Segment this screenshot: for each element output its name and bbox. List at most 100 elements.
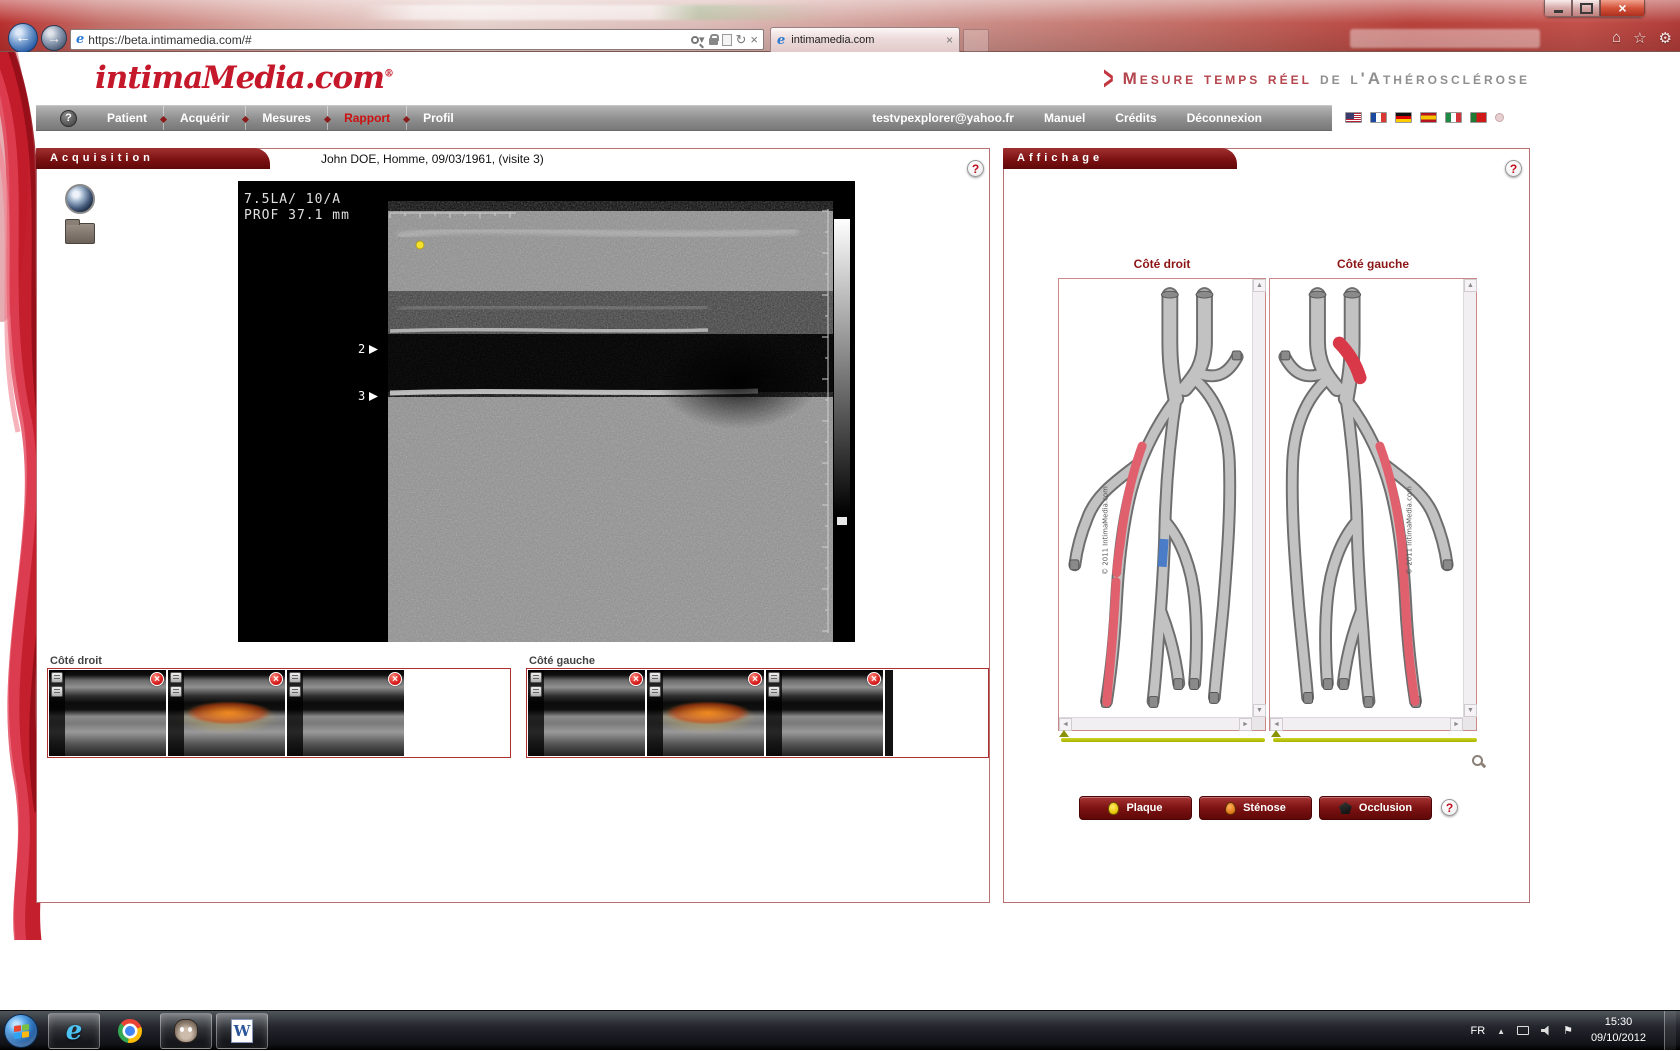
language-indicator[interactable]: FR (1470, 1025, 1485, 1037)
nav-item-patient[interactable]: Patient (91, 106, 163, 130)
de-flag-icon[interactable] (1395, 112, 1412, 123)
scroll-up-icon[interactable] (1253, 279, 1266, 292)
tab-close-icon[interactable] (946, 33, 953, 47)
thumbnail-image[interactable] (287, 670, 404, 756)
thumbnail-image[interactable] (766, 670, 883, 756)
nav-item-mesures[interactable]: Mesures (246, 106, 327, 130)
thumbnail-image[interactable] (528, 670, 645, 756)
new-tab-button[interactable] (963, 29, 989, 52)
diagram-horizontal-scrollbar[interactable] (1059, 717, 1252, 730)
action-center-icon[interactable] (1563, 1024, 1573, 1037)
magnifier-icon[interactable] (1471, 754, 1486, 769)
taskbar-chrome-button[interactable] (104, 1013, 156, 1049)
acquisition-help-icon[interactable] (967, 160, 984, 177)
plaque-button[interactable]: Plaque (1079, 796, 1192, 820)
diagram-vertical-scrollbar[interactable] (1252, 279, 1265, 717)
thumbnail-image-doppler[interactable] (647, 670, 764, 756)
delete-thumbnail-icon[interactable] (867, 672, 881, 686)
zoom-slider-left[interactable] (1273, 738, 1477, 742)
home-icon[interactable] (1612, 29, 1621, 47)
tools-gear-icon[interactable] (1659, 29, 1672, 47)
back-button[interactable] (8, 23, 38, 53)
hidden-icons-button[interactable] (1497, 1025, 1505, 1037)
pt-flag-icon[interactable] (1470, 112, 1487, 123)
favorites-icon[interactable] (1633, 29, 1646, 47)
clock[interactable]: 15:30 09/10/2012 (1585, 1015, 1652, 1047)
affichage-help-icon[interactable] (1505, 160, 1522, 177)
browser-tab[interactable]: e intimamedia.com (770, 27, 960, 52)
scroll-down-icon[interactable] (1253, 704, 1266, 717)
thumbnail-tool-icon[interactable] (170, 686, 182, 697)
logout-link[interactable]: Déconnexion (1187, 111, 1262, 125)
start-button[interactable] (4, 1014, 38, 1048)
close-button[interactable] (1600, 0, 1645, 17)
scroll-right-icon[interactable] (1239, 718, 1252, 731)
delete-thumbnail-icon[interactable] (269, 672, 283, 686)
us-flag-icon[interactable] (1345, 112, 1362, 123)
es-flag-icon[interactable] (1420, 112, 1437, 123)
thumbnail[interactable] (528, 670, 645, 756)
delete-thumbnail-icon[interactable] (748, 672, 762, 686)
delete-thumbnail-icon[interactable] (150, 672, 164, 686)
delete-thumbnail-icon[interactable] (629, 672, 643, 686)
thumbnail[interactable] (49, 670, 166, 756)
search-icon[interactable] (691, 33, 705, 46)
nav-item-rapport[interactable]: Rapport (328, 106, 406, 130)
thumbnail-tool-icon[interactable] (289, 686, 301, 697)
camera-capture-icon[interactable] (65, 184, 95, 214)
thumbnail-image[interactable] (49, 670, 166, 756)
ultrasound-viewport[interactable]: 7.5LA/ 10/A PROF 37.1 mm 2 3 (238, 181, 855, 642)
thumbnail-tool-icon[interactable] (649, 672, 661, 683)
thumbnail-tool-icon[interactable] (530, 686, 542, 697)
thumbnail-tool-icon[interactable] (51, 672, 63, 683)
vessel-segment-blue[interactable] (1162, 539, 1164, 567)
thumbnail-tool-icon[interactable] (768, 686, 780, 697)
scroll-down-icon[interactable] (1464, 704, 1477, 717)
thumbnail-tool-icon[interactable] (170, 672, 182, 683)
measure-point-marker[interactable] (416, 241, 424, 249)
nav-item-profil[interactable]: Profil (407, 106, 470, 130)
taskbar-ie-button[interactable]: e (48, 1013, 100, 1049)
tab-title[interactable]: intimamedia.com (791, 34, 940, 46)
maximize-button[interactable] (1572, 0, 1600, 17)
thumbnail[interactable] (168, 670, 285, 756)
diagram-vertical-scrollbar[interactable] (1463, 279, 1476, 717)
manuel-link[interactable]: Manuel (1044, 111, 1085, 125)
thumbnail-tool-icon[interactable] (289, 672, 301, 683)
refresh-icon[interactable] (736, 32, 747, 48)
nav-help-icon[interactable] (60, 110, 77, 127)
folder-open-icon[interactable] (65, 223, 95, 244)
thumbnail-tool-icon[interactable] (649, 686, 661, 697)
address-bar[interactable]: e https://beta.intimamedia.com/# (70, 29, 764, 50)
site-logo[interactable]: intimaMedia.com® (95, 60, 393, 96)
taskbar-gimp-button[interactable] (160, 1013, 212, 1049)
minimize-button[interactable] (1544, 0, 1572, 17)
thumbnail-tool-icon[interactable] (51, 686, 63, 697)
stenose-button[interactable]: Sténose (1199, 796, 1312, 820)
zoom-slider-right[interactable] (1061, 738, 1265, 742)
thumbnail-tool-icon[interactable] (530, 672, 542, 683)
legend-help-icon[interactable] (1441, 799, 1458, 816)
show-desktop-button[interactable] (1664, 1011, 1676, 1051)
window-titlebar[interactable] (0, 0, 1680, 26)
scroll-right-icon[interactable] (1450, 718, 1463, 731)
fr-flag-icon[interactable] (1370, 112, 1387, 123)
artery-diagram-right-side[interactable]: © 2011 IntimaMedia.com (1059, 279, 1252, 716)
it-flag-icon[interactable] (1445, 112, 1462, 123)
thumbnail-tool-icon[interactable] (768, 672, 780, 683)
occlusion-button[interactable]: Occlusion (1319, 796, 1432, 820)
url-text[interactable]: https://beta.intimamedia.com/# (88, 33, 687, 47)
thumbnail[interactable] (647, 670, 764, 756)
thumbnail-image-doppler[interactable] (168, 670, 285, 756)
stop-icon[interactable] (750, 32, 758, 47)
compatibility-view-icon[interactable] (722, 34, 732, 46)
taskbar-word-button[interactable]: W (216, 1013, 268, 1049)
volume-tray-icon[interactable] (1541, 1026, 1551, 1036)
artery-diagram-left-side[interactable]: © 2011 IntimaMedia.com (1270, 279, 1463, 716)
scroll-up-icon[interactable] (1464, 279, 1477, 292)
thumbnail[interactable] (766, 670, 883, 756)
nav-item-acquerir[interactable]: Acquérir (164, 106, 245, 130)
diagram-horizontal-scrollbar[interactable] (1270, 717, 1463, 730)
display-tray-icon[interactable] (1517, 1026, 1529, 1035)
forward-button[interactable] (41, 25, 67, 51)
